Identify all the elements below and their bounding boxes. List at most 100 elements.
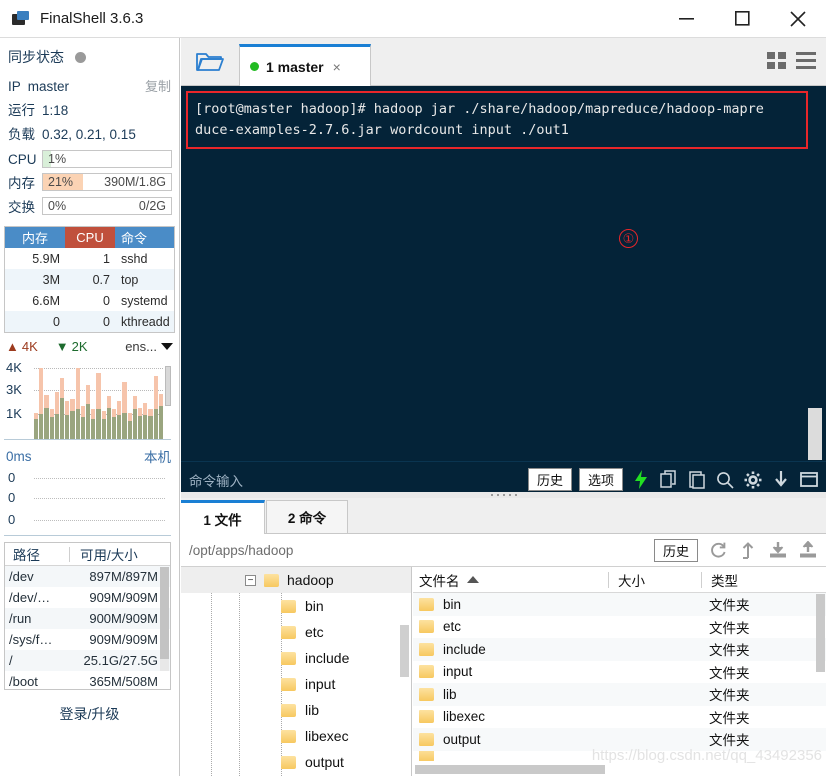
latency-y-tick: 0 [8,490,16,505]
tree-item[interactable]: input [181,671,411,697]
disk-table-scrollbar[interactable] [160,567,169,671]
copy-button[interactable]: 复制 [145,76,171,95]
network-bar [70,360,75,439]
process-command: kthreadd [121,314,170,329]
interface-name: ens... [125,339,157,354]
column-header-filename[interactable]: 文件名 [413,570,608,590]
path-bar-buttons: 历史 [654,538,826,562]
close-icon[interactable]: × [333,59,341,75]
minimize-button[interactable] [658,0,714,37]
column-header-type[interactable]: 类型 [702,570,826,590]
list-item[interactable]: libexec 文件夹 [413,706,826,729]
list-item[interactable]: input 文件夹 [413,661,826,684]
paste-icon[interactable] [686,469,707,490]
list-item[interactable]: lib 文件夹 [413,683,826,706]
table-row[interactable]: 6.6M 0 systemd [5,290,174,311]
tab-files[interactable]: 1 文件 [181,500,265,534]
table-row[interactable]: /boot 365M/508M [5,671,170,689]
latency-legend: 0ms 本机 [0,440,179,468]
terminal-scrollbar[interactable] [808,408,822,460]
file-list[interactable]: 文件名 大小 类型 bin 文件夹 etc 文件夹 include 文件夹 in… [413,567,826,776]
search-icon[interactable] [714,469,735,490]
network-bar [101,360,106,439]
file-tree-scrollbar[interactable] [400,625,409,677]
tab-commands[interactable]: 2 命令 [266,500,348,534]
table-row[interactable]: 5.9M 1 sshd [5,248,174,269]
meter-swap: 交换 0% 0/2G [0,194,179,218]
up-level-icon[interactable] [737,540,758,561]
collapse-icon[interactable]: − [245,574,256,586]
network-bar [86,360,91,439]
table-row[interactable]: /dev 897M/897M [5,566,170,587]
annotation-marker-1: ① [619,229,638,248]
process-header-cpu[interactable]: CPU [65,227,115,248]
table-row[interactable]: /sys/f… 909M/909M [5,629,170,650]
disk-path: /dev [9,569,34,584]
tab-label: 1 master [266,58,324,75]
list-view-icon[interactable] [796,52,816,69]
lightning-icon[interactable] [630,469,651,490]
open-folder-icon[interactable] [189,48,231,76]
disk-header-path[interactable]: 路径 [5,544,69,564]
close-button[interactable] [770,0,826,37]
list-item[interactable]: etc 文件夹 [413,616,826,639]
tree-item[interactable]: lib [181,697,411,723]
upload-icon[interactable] [797,540,818,561]
list-item[interactable]: bin 文件夹 [413,593,826,616]
interface-selector[interactable]: ens... [125,339,173,354]
login-upgrade-link[interactable]: 登录/升级 [0,690,179,724]
process-memory: 6.6M [32,293,60,308]
refresh-icon[interactable] [707,540,728,561]
list-item[interactable]: include 文件夹 [413,638,826,661]
path-history-button[interactable]: 历史 [654,538,698,562]
copy-icon[interactable] [658,469,679,490]
tab-master[interactable]: 1 master × [239,44,371,86]
network-y-tick: 4K [6,360,22,375]
tree-item[interactable]: libexec [181,723,411,749]
table-row[interactable]: 0 0 kthreadd [5,311,174,332]
network-bar [127,360,132,439]
disk-header-size[interactable]: 可用/大小 [70,544,170,564]
chevron-down-icon [161,343,173,350]
terminal-output[interactable]: [root@master hadoop]# hadoop jar ./share… [181,86,826,461]
meter-swap-label: 交换 [8,200,35,215]
network-bar [138,360,143,439]
sync-status-label: 同步状态 [8,49,64,65]
file-type: 文件夹 [709,688,750,704]
download-icon[interactable] [767,540,788,561]
tree-item-root[interactable]: − hadoop [181,567,411,593]
file-list-scrollbar[interactable] [816,594,825,672]
view-mode-buttons [767,52,816,69]
process-header-command[interactable]: 命令 [115,227,174,248]
command-history-button[interactable]: 历史 [528,468,572,491]
process-header-memory[interactable]: 内存 [5,227,65,248]
folder-icon [264,573,279,587]
network-chart-scroll[interactable] [165,366,171,406]
file-name: include [443,641,486,657]
meter-swap-bar: 0% 0/2G [42,197,172,215]
file-name: lib [443,686,457,702]
disk-path: / [9,653,13,668]
file-type: 文件夹 [709,598,750,614]
file-tree[interactable]: − hadoop bin etc include input lib libex… [181,567,412,776]
download-icon[interactable] [770,469,791,490]
tree-item[interactable]: output [181,749,411,775]
network-bar [34,360,39,439]
window-icon[interactable] [798,469,819,490]
path-input[interactable]: /opt/apps/hadoop [189,543,293,558]
tree-item[interactable]: include [181,645,411,671]
table-row[interactable]: /run 900M/909M [5,608,170,629]
file-list-hscrollbar[interactable] [415,765,605,774]
command-options-button[interactable]: 选项 [579,468,623,491]
grid-view-icon[interactable] [767,52,786,69]
gear-icon[interactable] [742,469,763,490]
table-row[interactable]: 3M 0.7 top [5,269,174,290]
maximize-button[interactable] [714,0,770,37]
table-row[interactable]: / 25.1G/27.5G [5,650,170,671]
table-row[interactable]: /dev/… 909M/909M [5,587,170,608]
network-bar [91,360,96,439]
column-header-size[interactable]: 大小 [609,570,701,590]
tree-item-label: output [305,754,344,770]
tree-item[interactable]: bin [181,593,411,619]
tree-item[interactable]: etc [181,619,411,645]
